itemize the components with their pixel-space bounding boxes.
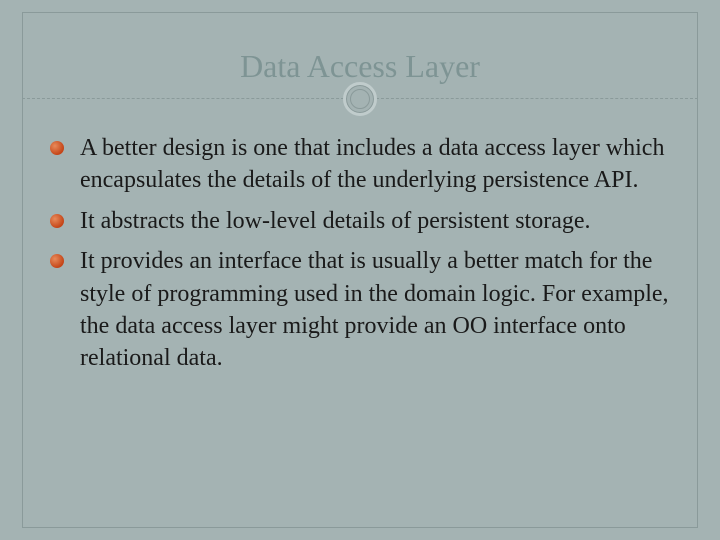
bullet-icon [50,254,64,268]
list-item: A better design is one that includes a d… [50,132,670,197]
bullet-icon [50,214,64,228]
list-item: It abstracts the low-level details of pe… [50,205,670,237]
bullet-list: A better design is one that includes a d… [50,132,670,375]
bullet-text: It abstracts the low-level details of pe… [80,208,591,234]
bullet-icon [50,141,64,155]
circle-decoration-icon [343,82,377,116]
list-item: It provides an interface that is usually… [50,245,670,375]
bullet-text: It provides an interface that is usually… [80,248,669,371]
slide-title: Data Access Layer [0,48,720,85]
title-area: Data Access Layer [0,48,720,85]
bullet-text: A better design is one that includes a d… [80,135,664,193]
content-area: A better design is one that includes a d… [50,132,670,383]
